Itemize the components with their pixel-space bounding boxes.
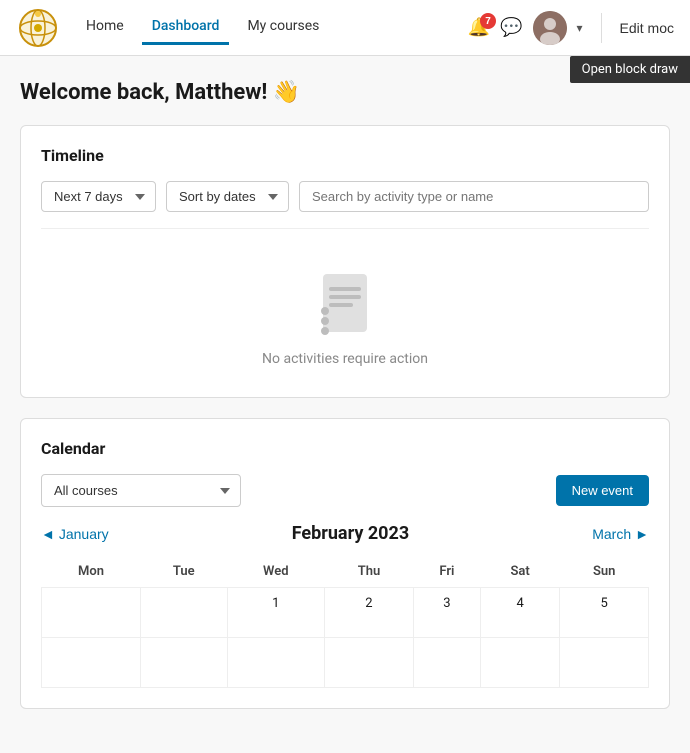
- calendar-cell[interactable]: 2: [325, 588, 414, 638]
- sort-filter[interactable]: Sort by dates: [166, 181, 289, 212]
- notification-badge: 7: [480, 13, 496, 29]
- nav-divider: [601, 13, 602, 43]
- calendar-cell: [42, 638, 141, 688]
- welcome-heading: Welcome back, Matthew! 👋: [20, 80, 670, 105]
- no-activities-text: No activities require action: [262, 351, 428, 367]
- day-number: 3: [443, 596, 450, 611]
- courses-select[interactable]: All courses: [41, 474, 241, 507]
- timeline-card: Timeline Next 7 days Sort by dates N: [20, 125, 670, 398]
- calendar-cell[interactable]: 3: [413, 588, 480, 638]
- table-row: [42, 638, 649, 688]
- calendar-cell: [140, 638, 227, 688]
- main-content: Welcome back, Matthew! 👋 Timeline Next 7…: [0, 56, 690, 753]
- day-number: 4: [516, 596, 523, 611]
- nav-links: Home Dashboard My courses: [76, 10, 468, 45]
- user-menu-dropdown[interactable]: ▾: [577, 21, 583, 35]
- nav-home[interactable]: Home: [76, 10, 134, 45]
- calendar-body: 1 2 3 4 5: [42, 588, 649, 688]
- calendar-cell[interactable]: 5: [560, 588, 649, 638]
- calendar-card: Calendar All courses New event ◄ January…: [20, 418, 670, 709]
- notifications-button[interactable]: 🔔 7: [468, 17, 490, 38]
- timeline-title: Timeline: [41, 146, 649, 165]
- block-drawer-tooltip: Open block draw: [570, 56, 690, 83]
- calendar-cell[interactable]: 4: [480, 588, 559, 638]
- calendar-grid: MonTueWedThuFriSatSun 1 2 3 4 5: [41, 556, 649, 688]
- calendar-header: MonTueWedThuFriSatSun: [42, 556, 649, 588]
- calendar-weekday: Mon: [42, 556, 141, 588]
- calendar-cell[interactable]: 1: [227, 588, 325, 638]
- calendar-weekday: Sun: [560, 556, 649, 588]
- calendar-cell: [42, 588, 141, 638]
- calendar-cell: [480, 638, 559, 688]
- calendar-weekday: Tue: [140, 556, 227, 588]
- days-filter[interactable]: Next 7 days: [41, 181, 156, 212]
- calendar-cell: [560, 638, 649, 688]
- calendar-weekday: Thu: [325, 556, 414, 588]
- calendar-cell: [325, 638, 414, 688]
- current-month-title: February 2023: [292, 523, 409, 544]
- new-event-button[interactable]: New event: [556, 475, 649, 506]
- day-number: 5: [601, 596, 608, 611]
- calendar-cell: [140, 588, 227, 638]
- calendar-nav: ◄ January February 2023 March ►: [41, 523, 649, 544]
- navbar: Home Dashboard My courses 🔔 7 💬 ▾ Edit m…: [0, 0, 690, 56]
- calendar-title: Calendar: [41, 439, 649, 458]
- avatar[interactable]: [533, 11, 567, 45]
- prev-month-button[interactable]: ◄ January: [41, 526, 109, 542]
- calendar-cell: [413, 638, 480, 688]
- site-logo: [16, 6, 60, 50]
- timeline-divider: [41, 228, 649, 229]
- no-activities-area: No activities require action: [41, 249, 649, 377]
- edit-moc-button[interactable]: Edit moc: [620, 20, 674, 36]
- table-row: 1 2 3 4 5: [42, 588, 649, 638]
- calendar-cell: [227, 638, 325, 688]
- calendar-header-row: All courses New event: [41, 474, 649, 507]
- next-arrow-icon: ►: [635, 526, 649, 542]
- prev-arrow-icon: ◄: [41, 526, 55, 542]
- nav-my-courses[interactable]: My courses: [237, 10, 329, 45]
- next-month-label: March: [592, 526, 631, 542]
- timeline-filters: Next 7 days Sort by dates: [41, 181, 649, 212]
- nav-dashboard[interactable]: Dashboard: [142, 10, 230, 45]
- chat-button[interactable]: 💬: [500, 17, 522, 38]
- calendar-weekday: Wed: [227, 556, 325, 588]
- navbar-right: 🔔 7 💬 ▾ Edit moc: [468, 11, 674, 45]
- no-activities-icon: [315, 269, 375, 339]
- next-month-button[interactable]: March ►: [592, 526, 649, 542]
- calendar-weekday: Fri: [413, 556, 480, 588]
- calendar-weekday: Sat: [480, 556, 559, 588]
- search-input[interactable]: [299, 181, 649, 212]
- day-number: 2: [365, 596, 372, 611]
- prev-month-label: January: [59, 526, 109, 542]
- day-number: 1: [272, 596, 279, 611]
